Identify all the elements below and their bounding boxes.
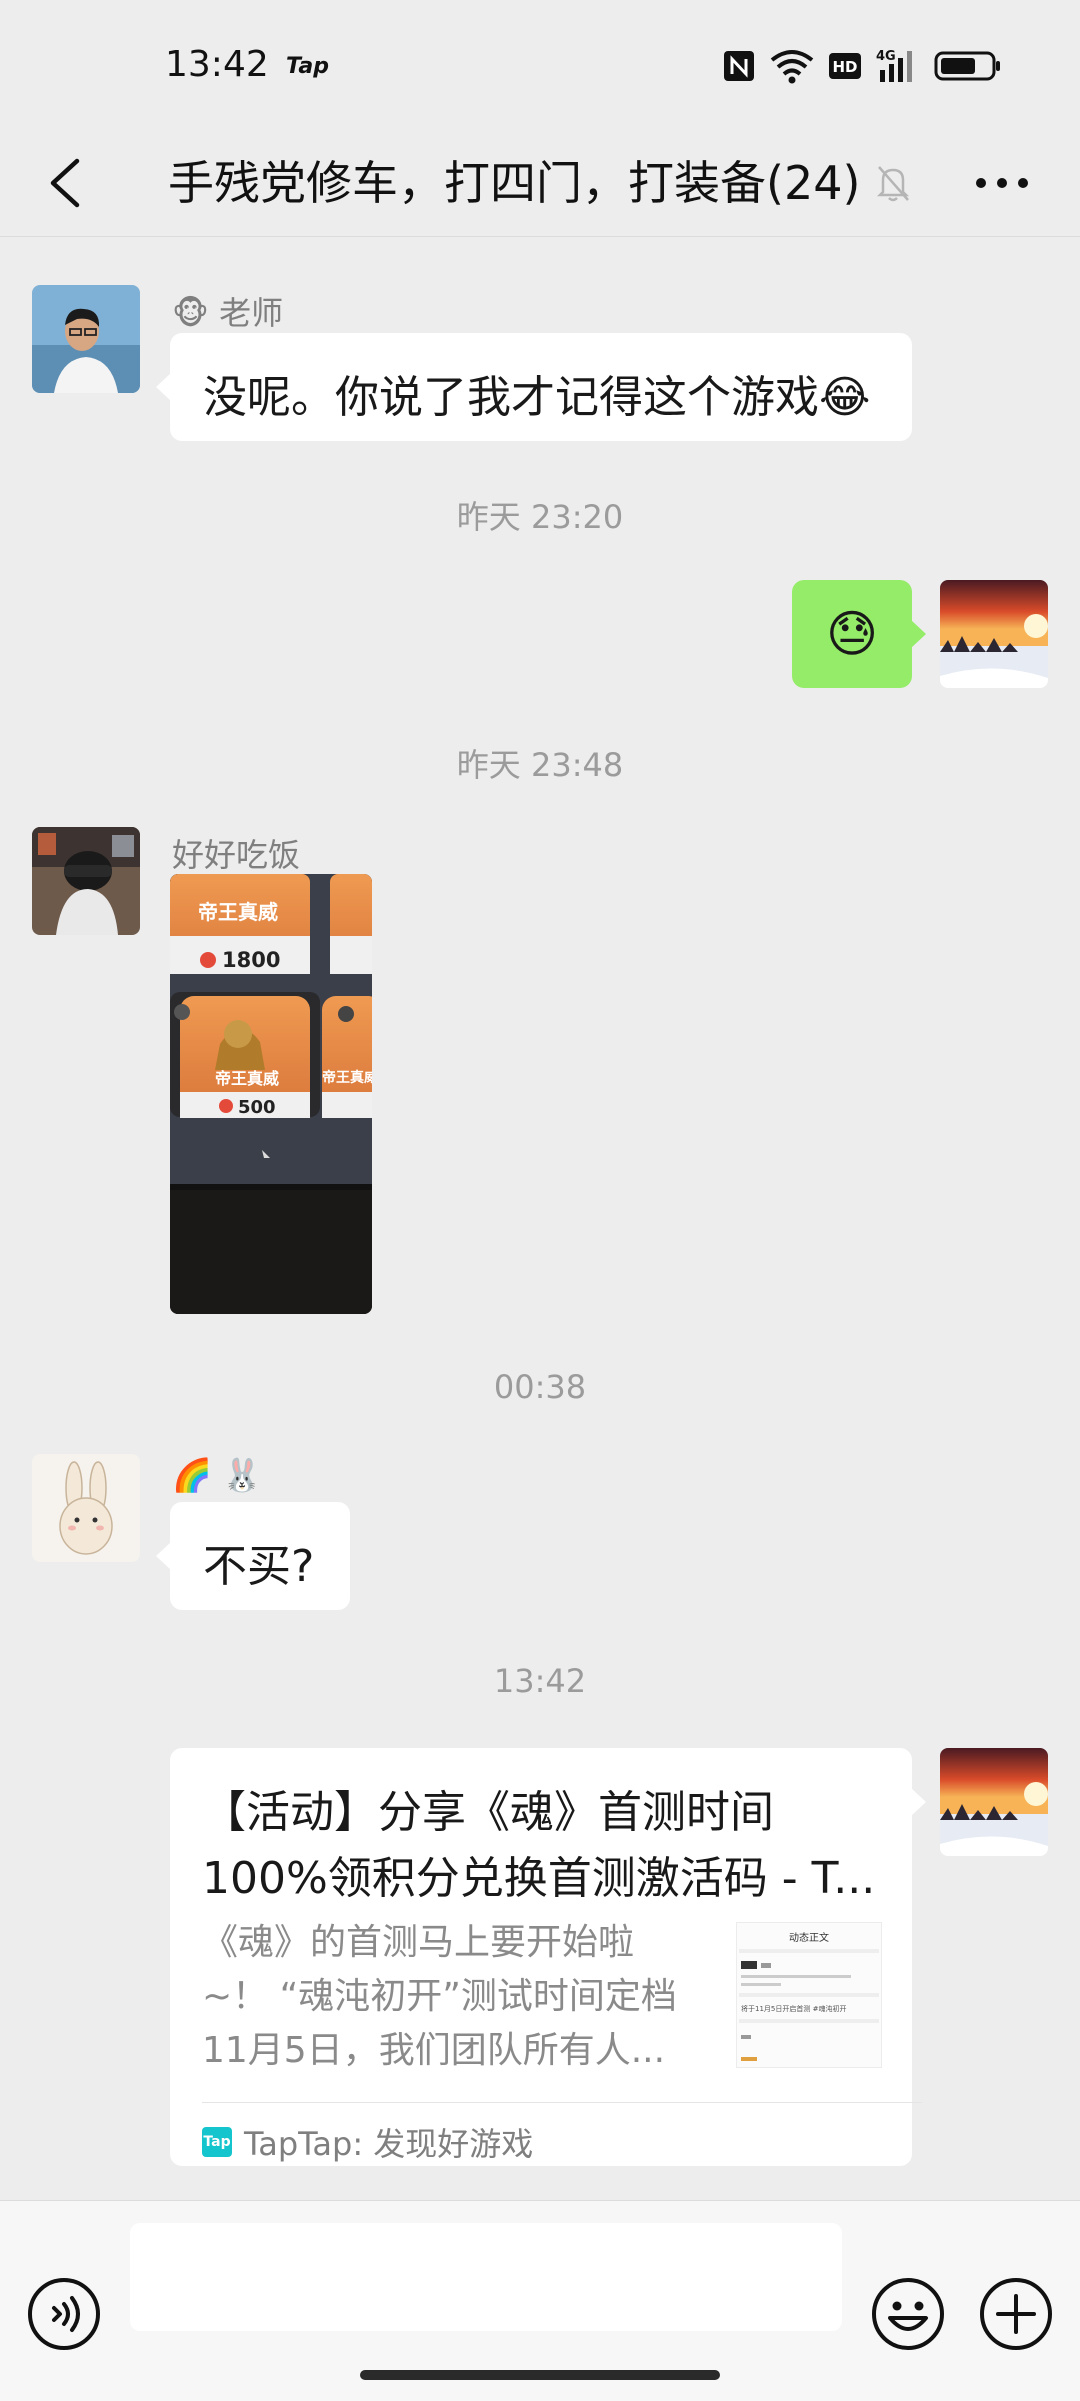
link-card-title-line: 100%领积分兑换首测激活码 - T... [202, 1853, 876, 1904]
avatar-self[interactable] [940, 580, 1048, 688]
svg-text:4G: 4G [876, 49, 896, 64]
message-bubble[interactable]: 不买? [156, 1502, 350, 1610]
rabbit-avatar-icon [32, 1454, 140, 1562]
emoji-sweat-smile: 😓 [825, 605, 879, 663]
link-card-source: Tap TapTap: 发现好游戏 [202, 2114, 533, 2170]
battery-icon [934, 51, 1000, 81]
message-text: 不买? [203, 1541, 315, 1592]
user-photo-icon [32, 285, 140, 393]
home-indicator[interactable] [360, 2370, 720, 2380]
timestamp: 13:42 [493, 1662, 587, 1700]
avatar-teacher[interactable] [32, 285, 140, 393]
link-card-title-line: 【活动】分享《魂》首测时间 [202, 1787, 774, 1838]
game-item-name: 帝王真威 [198, 900, 278, 924]
avatar-haohaochifan[interactable] [32, 827, 140, 935]
mute-indicator [868, 158, 918, 208]
link-card-source-label: TapTap: 发现好游戏 [244, 2125, 534, 2163]
more-dots-icon [976, 178, 1028, 188]
timestamp: 00:38 [493, 1368, 587, 1406]
divider [202, 2102, 922, 2103]
status-time: 13:42 [165, 44, 269, 85]
4g-signal-icon: 4G [876, 49, 912, 82]
game-item-name: 帝王真威 [215, 1069, 279, 1088]
wifi-icon [770, 50, 814, 84]
message-input[interactable] [130, 2223, 842, 2331]
timestamp: 昨天 23:48 [456, 746, 624, 784]
thumbnail-heading: 动态正文 [789, 1931, 829, 1944]
thumbnail-line: 将于11月5日开启首测 #魂沌初开 [741, 2004, 846, 2013]
user-photo-icon [32, 827, 140, 935]
link-card-description: 《魂》的首测马上要开始啦 ~！ “魂沌初开”测试时间定档 11月5日，我们团队所… [202, 1916, 682, 2078]
emoji-icon [872, 2278, 944, 2350]
back-arrow-icon [50, 158, 80, 208]
sender-name: 🐵 老师 [172, 294, 284, 332]
hd-icon: HD [829, 53, 861, 79]
taptap-logo-icon: Tap [202, 2127, 232, 2157]
link-card-thumbnail: 动态正文 将于11月5日开启首测 #魂沌初开 [736, 1922, 882, 2068]
game-item-price: 500 [238, 1097, 276, 1118]
avatar-rabbit[interactable] [32, 1454, 140, 1562]
more-functions-button[interactable] [978, 2276, 1054, 2352]
sender-name: 🌈 🐰 [172, 1456, 262, 1494]
voice-icon [28, 2278, 100, 2350]
sender-name: 好好吃饭 [172, 836, 301, 874]
sunset-snow-photo-icon [940, 580, 1048, 688]
taptap-notification-badge: Tap [286, 54, 329, 79]
svg-text:HD: HD [832, 58, 857, 76]
shared-photo[interactable]: 帝王真威 1800 帝王真威 500 帝王真威 [170, 874, 372, 1314]
mute-bell-icon [876, 166, 910, 202]
voice-input-button[interactable] [26, 2276, 102, 2352]
link-card-desc-line: 《魂》的首测马上要开始啦 [202, 1922, 635, 1963]
self-message-bubble[interactable]: 😓 [792, 580, 926, 688]
back-button[interactable] [30, 148, 100, 218]
avatar-self[interactable] [940, 1748, 1048, 1856]
game-screen-photo: 帝王真威 1800 帝王真威 500 帝王真威 [170, 874, 372, 1314]
link-card-title: 【活动】分享《魂》首测时间 100%领积分兑换首测激活码 - T... [202, 1780, 882, 1912]
article-thumbnail: 动态正文 将于11月5日开启首测 #魂沌初开 [737, 1923, 881, 2067]
link-card[interactable]: 【活动】分享《魂》首测时间 100%领积分兑换首测激活码 - T... 《魂》的… [170, 1748, 926, 2166]
message-text: 没呢。你说了我才记得这个游戏😂 [203, 372, 871, 423]
link-card-desc-line: 11月5日，我们团队所有人... [202, 2030, 666, 2071]
timestamp: 昨天 23:20 [456, 498, 624, 536]
emoji-button[interactable] [870, 2276, 946, 2352]
game-item-name: 帝王真威 [322, 1069, 372, 1086]
group-chat-title: 手残党修车，打四门，打装备(24) [168, 156, 861, 210]
plus-icon [980, 2278, 1052, 2350]
game-item-price: 1800 [222, 948, 280, 972]
more-options-button[interactable] [962, 148, 1042, 218]
sunset-snow-photo-icon [940, 1748, 1048, 1856]
status-bar: 13:42 Tap HD 4G [0, 0, 1080, 130]
chat-header: 手残党修车，打四门，打装备(24) [0, 130, 1080, 237]
link-card-desc-line: ~！ “魂沌初开”测试时间定档 [202, 1976, 677, 2017]
message-bubble[interactable]: 没呢。你说了我才记得这个游戏😂 [156, 333, 912, 441]
nfc-icon [724, 51, 754, 81]
